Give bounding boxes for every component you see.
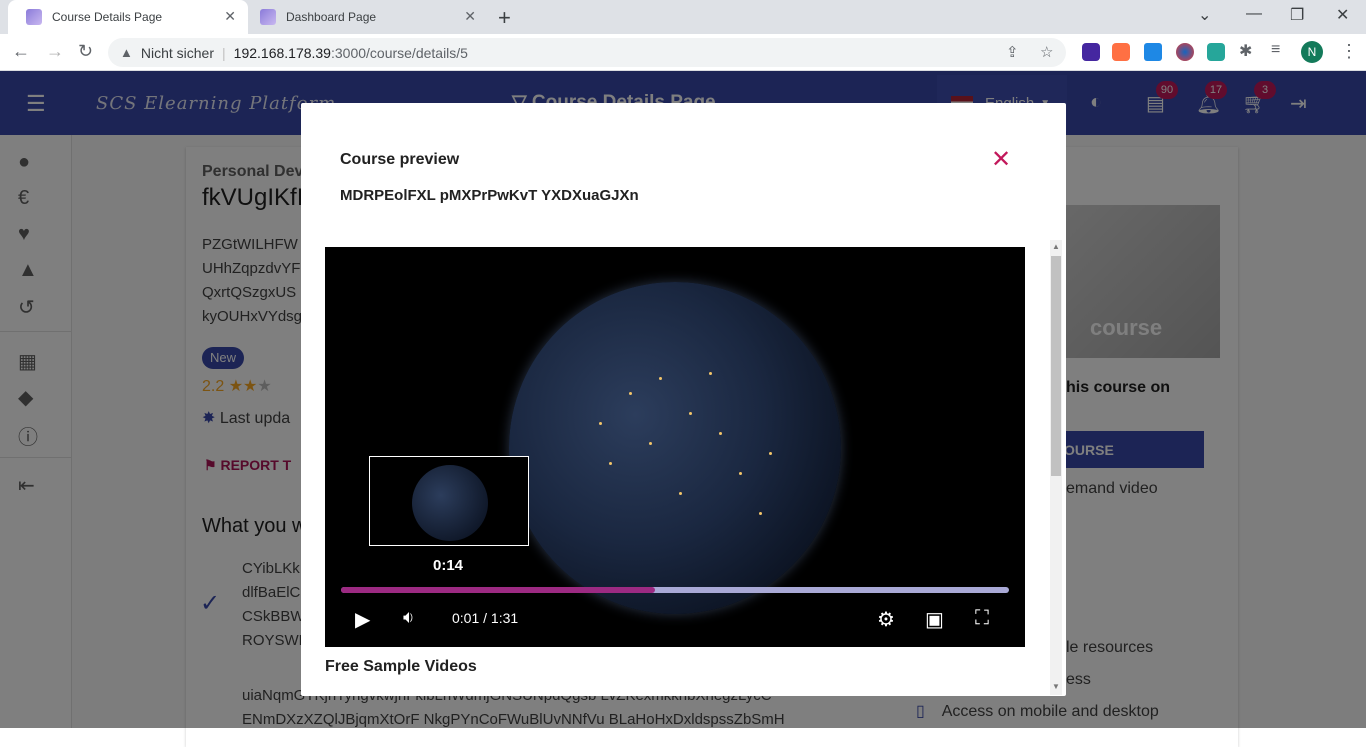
share-icon[interactable]: ⇪ xyxy=(1006,43,1019,61)
close-dialog-button[interactable]: ✕ xyxy=(991,145,1011,174)
extension-icon[interactable] xyxy=(1176,43,1194,61)
close-window-icon[interactable]: ✕ xyxy=(1336,5,1349,25)
time-display: 0:01 / 1:31 xyxy=(452,610,519,626)
free-sample-videos-heading: Free Sample Videos xyxy=(325,658,477,675)
reload-icon[interactable]: ↻ xyxy=(78,41,93,62)
close-tab-icon[interactable]: ✕ xyxy=(464,8,476,25)
restore-icon[interactable]: ❐ xyxy=(1290,5,1304,25)
browser-tab-bar: Course Details Page ✕ Dashboard Page ✕ +… xyxy=(0,0,1366,34)
puzzle-extensions-icon[interactable]: ✱ xyxy=(1239,41,1252,61)
scroll-down-icon: ▼ xyxy=(1052,682,1060,691)
close-tab-icon[interactable]: ✕ xyxy=(224,8,236,25)
settings-gear-icon[interactable]: ⚙ xyxy=(877,607,895,632)
tab-dashboard[interactable]: Dashboard Page ✕ xyxy=(248,0,488,34)
warning-icon[interactable]: ▲ xyxy=(120,45,133,60)
extension-icon[interactable] xyxy=(1112,43,1130,61)
address-bar[interactable]: ▲ Nicht sicher | 192.168.178.39:3000/cou… xyxy=(108,38,1066,67)
extension-icon[interactable] xyxy=(1144,43,1162,61)
tab-title: Course Details Page xyxy=(52,10,163,24)
close-icon: ✕ xyxy=(991,146,1012,173)
video-player[interactable]: 0:14 ▶ 🔉︎ 0:01 / 1:31 ⚙ ▣ ⛶ xyxy=(325,247,1025,647)
course-preview-dialog: Course preview MDRPEolFXL pMXPrPwKvT YXD… xyxy=(301,103,1066,696)
scrub-preview-thumbnail xyxy=(369,456,529,546)
browser-toolbar: ← → ↻ ▲ Nicht sicher | 192.168.178.39:30… xyxy=(0,34,1366,71)
dialog-subtitle: MDRPEolFXL pMXPrPwKvT YXDXuaGJXn xyxy=(340,187,639,204)
extension-icon[interactable] xyxy=(1207,43,1225,61)
scrollbar-thumb[interactable] xyxy=(1051,256,1061,476)
tab-title: Dashboard Page xyxy=(286,10,377,24)
kebab-menu-icon[interactable]: ⋮ xyxy=(1340,41,1358,62)
dialog-scrollbar[interactable]: ▲ ▼ xyxy=(1050,240,1062,695)
profile-avatar[interactable]: N xyxy=(1301,41,1323,63)
scroll-up-icon: ▲ xyxy=(1052,242,1060,251)
dialog-title: Course preview xyxy=(340,151,460,168)
scrub-preview-time: 0:14 xyxy=(433,557,464,574)
fullscreen-icon[interactable]: ⛶ xyxy=(975,607,989,630)
url-text: 192.168.178.39:3000/course/details/5 xyxy=(233,44,468,61)
forward-icon[interactable]: → xyxy=(46,41,64,62)
new-tab-button[interactable]: + xyxy=(498,5,511,31)
tab-search-icon[interactable]: ⌄ xyxy=(1198,5,1211,25)
security-label: Nicht sicher xyxy=(140,44,215,61)
separator: | xyxy=(222,44,226,61)
media-control-icon[interactable]: ≡ xyxy=(1271,41,1280,59)
extension-icon[interactable] xyxy=(1082,43,1100,61)
tab-favicon-icon xyxy=(260,9,276,25)
video-frame-earth xyxy=(509,282,841,614)
bookmark-star-icon[interactable]: ☆ xyxy=(1040,43,1053,61)
progress-fill xyxy=(341,587,655,593)
back-icon[interactable]: ← xyxy=(12,41,30,62)
play-icon[interactable]: ▶ xyxy=(355,607,370,632)
tab-course-details[interactable]: Course Details Page ✕ xyxy=(8,0,248,34)
progress-bar[interactable] xyxy=(341,587,1009,593)
picture-in-picture-icon[interactable]: ▣ xyxy=(925,607,944,632)
volume-icon[interactable]: 🔉︎ xyxy=(403,607,414,628)
tab-favicon-icon xyxy=(26,9,42,25)
minimize-icon[interactable]: — xyxy=(1246,5,1262,23)
